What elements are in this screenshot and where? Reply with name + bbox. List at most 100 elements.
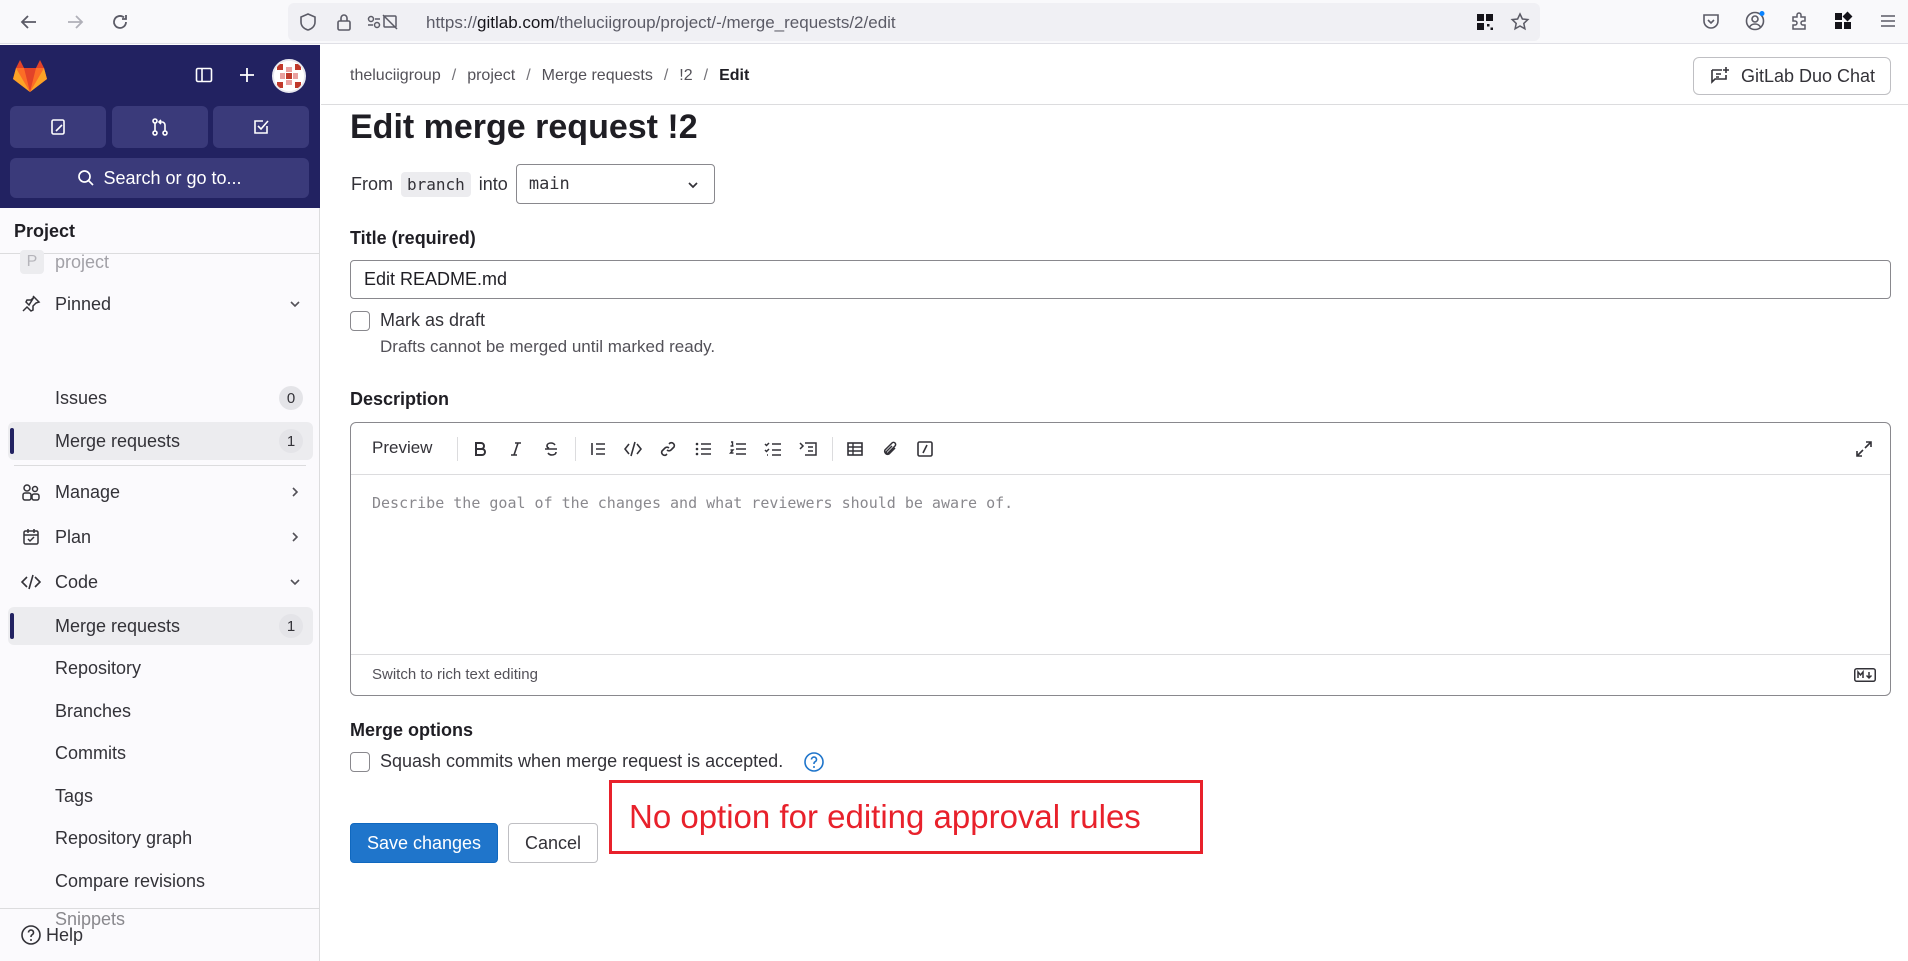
branch-row: From branch into main [351,164,715,204]
shield-icon[interactable] [298,12,318,32]
chevron-down-icon [287,296,303,312]
italic-icon[interactable] [505,438,527,460]
duo-chat-button[interactable]: GitLab Duo Chat [1693,57,1891,95]
avatar[interactable] [272,59,306,93]
forward-icon[interactable] [59,6,91,38]
code-icon[interactable] [622,438,644,460]
breadcrumb-item[interactable]: project [467,67,515,85]
squash-checkbox[interactable] [350,752,370,772]
browser-toolbar: https://gitlab.com/theluciigroup/project… [0,0,1908,44]
project-avatar: P [20,250,44,274]
divider [0,908,320,909]
url-bar[interactable]: https://gitlab.com/theluciigroup/project… [288,3,1540,41]
slash-commands-icon[interactable] [914,438,936,460]
code-icon [20,571,42,593]
annotation-text: No option for editing approval rules [629,798,1141,835]
count-badge: 0 [279,386,303,410]
question-circle-icon[interactable] [803,751,825,773]
sidebar-item-label: Commits [55,742,126,763]
back-icon[interactable] [13,6,45,38]
search-icon [78,170,95,186]
todo-list-button[interactable] [213,106,309,148]
preview-tab[interactable]: Preview [372,438,432,458]
lock-icon[interactable] [334,12,354,32]
permissions-icon[interactable] [366,12,398,32]
breadcrumb-separator: / [451,67,457,84]
sidebar-item-manage[interactable]: Manage [8,473,313,511]
count-badge: 1 [279,429,303,453]
search-button[interactable]: Search or go to... [10,158,309,198]
table-icon[interactable] [844,438,866,460]
sidebar-item-compare-revisions[interactable]: Compare revisions [8,862,313,900]
task-list-icon[interactable] [762,438,784,460]
draft-help-text: Drafts cannot be merged until marked rea… [380,337,716,356]
collapsible-section-icon[interactable] [797,438,819,460]
chevron-right-icon [287,529,303,545]
squash-label: Squash commits when merge request is acc… [380,751,784,771]
sidebar-item-repository[interactable]: Repository [8,649,313,687]
breadcrumb-item[interactable]: Merge requests [542,67,653,85]
menu-icon[interactable] [1875,8,1901,34]
attachment-icon[interactable] [879,438,901,460]
link-icon[interactable] [657,438,679,460]
sidebar-item-branches[interactable]: Branches [8,692,313,730]
sidebar-item-repository-graph[interactable]: Repository graph [8,819,313,857]
draft-checkbox[interactable] [350,311,370,331]
sidebar-item-label: Branches [55,700,132,721]
sidebar-item-label: Repository [55,657,142,678]
gitlab-logo-icon[interactable] [12,59,48,93]
title-label: Title (required) [350,228,476,248]
breadcrumb-current[interactable]: Edit [719,67,749,85]
create-new-icon[interactable] [231,59,263,91]
sidebar-item-label: Tags [55,785,94,806]
chevron-right-icon [287,484,303,500]
annotation-box: No option for editing approval rules [609,780,1203,854]
qr-code-icon[interactable] [1475,12,1495,32]
bookmark-star-icon[interactable] [1510,12,1530,32]
strikethrough-icon[interactable] [540,438,562,460]
fullscreen-icon[interactable] [1853,438,1875,460]
toggle-sidebar-icon[interactable] [188,59,220,91]
sidebar-item-pinned[interactable]: Pinned [8,285,313,323]
help-button[interactable]: Help [20,924,83,946]
merge-requests-button[interactable] [112,106,208,148]
sidebar-item-code-merge-requests[interactable]: Merge requests 1 [8,607,313,645]
cancel-button[interactable]: Cancel [508,823,598,863]
sidebar-item-label: Merge requests [55,615,181,636]
merge-options-label: Merge options [350,720,474,740]
switch-rich-text-link[interactable]: Switch to rich text editing [372,666,538,683]
assigned-issues-button[interactable] [10,106,106,148]
description-label: Description [350,389,450,409]
quote-icon[interactable] [587,438,609,460]
numbered-list-icon[interactable] [727,438,749,460]
sidebar-item-commits[interactable]: Commits [8,734,313,772]
sidebar-item-code[interactable]: Code [8,563,313,601]
extensions-icon[interactable] [1786,8,1812,34]
sidebar-item-label: Manage [55,481,121,502]
sidebar-item-label: Plan [55,526,92,547]
account-icon[interactable] [1742,8,1768,34]
sidebar-item-tags[interactable]: Tags [8,777,313,815]
breadcrumb-separator: / [663,67,669,84]
markdown-icon [1854,668,1876,682]
top-bar: theluciigroup / project / Merge requests… [321,45,1908,105]
target-branch-select[interactable]: main [515,164,715,204]
sidebar-item-label: Compare revisions [55,870,206,891]
reload-icon[interactable] [104,6,136,38]
description-textarea[interactable]: Describe the goal of the changes and wha… [372,494,1013,512]
sidebar-item-label: Merge requests [55,430,181,451]
sidebar-item-plan[interactable]: Plan [8,518,313,556]
help-icon [21,925,41,945]
pocket-icon[interactable] [1698,8,1724,34]
title-input[interactable]: Edit README.md [350,260,1891,299]
bullet-list-icon[interactable] [692,438,714,460]
breadcrumb-item[interactable]: !2 [679,67,692,85]
breadcrumb-item[interactable]: theluciigroup [350,67,441,85]
save-changes-button[interactable]: Save changes [350,823,498,863]
sidebar-item-project[interactable]: P project [8,241,313,275]
sidebar-item-issues[interactable]: Issues 0 [8,379,313,417]
sidebar-item-pinned-merge-requests[interactable]: Merge requests 1 [8,422,313,460]
apps-grid-icon[interactable] [1830,8,1856,34]
issues-icon [51,119,65,135]
bold-icon[interactable] [469,438,491,460]
